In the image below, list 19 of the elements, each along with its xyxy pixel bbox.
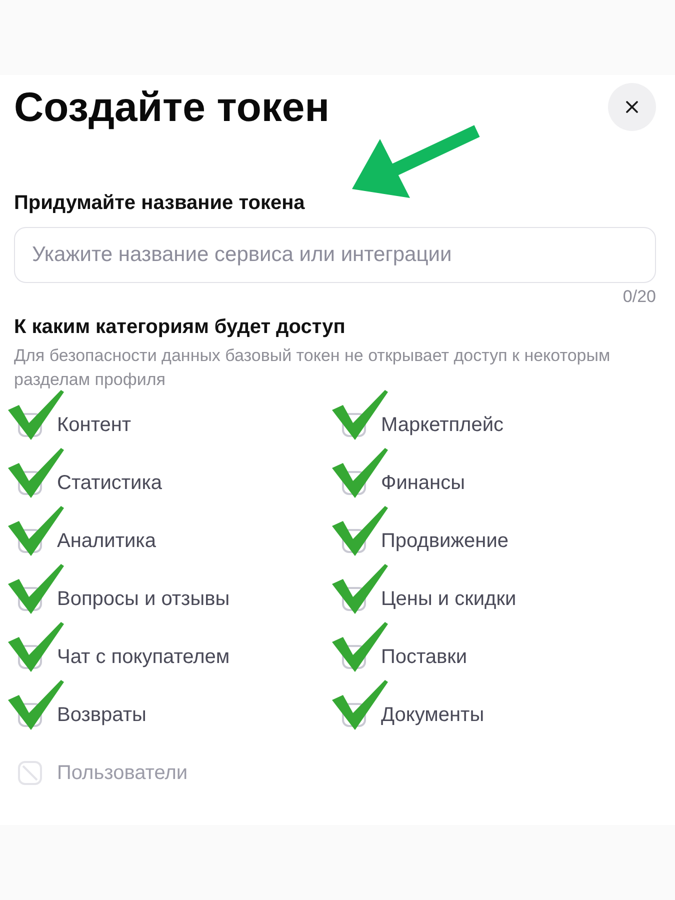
- checkbox-label[interactable]: Вопросы и отзывы: [57, 587, 230, 611]
- checkbox-label[interactable]: Контент: [57, 413, 132, 437]
- section-title: К каким категориям будет доступ: [14, 315, 346, 339]
- section-note: Для безопасности данных базовый токен не открывает доступ к некоторым разделам профиля: [14, 345, 612, 391]
- field-label: Придумайте название токена: [14, 191, 305, 215]
- checkbox-label[interactable]: Маркетплейс: [381, 413, 504, 437]
- checkbox-label[interactable]: Возвраты: [57, 703, 146, 727]
- checkbox-label[interactable]: Цены и скидки: [381, 587, 516, 611]
- checkbox-label[interactable]: Статистика: [57, 471, 162, 495]
- dialog-title: Создайте токен: [14, 83, 330, 131]
- checkbox-label[interactable]: Поставки: [381, 645, 468, 669]
- character-counter: 0/20: [622, 287, 656, 307]
- token-name-input[interactable]: Укажите название сервиса или интеграции: [14, 227, 656, 283]
- checkbox-label[interactable]: Финансы: [381, 471, 465, 495]
- checkbox-label[interactable]: Документы: [381, 703, 484, 727]
- close-button[interactable]: [608, 83, 656, 131]
- checkbox-label[interactable]: Продвижение: [381, 529, 508, 553]
- checkbox-label[interactable]: Чат с покупателем: [57, 645, 230, 669]
- checkbox-label[interactable]: Аналитика: [57, 529, 156, 553]
